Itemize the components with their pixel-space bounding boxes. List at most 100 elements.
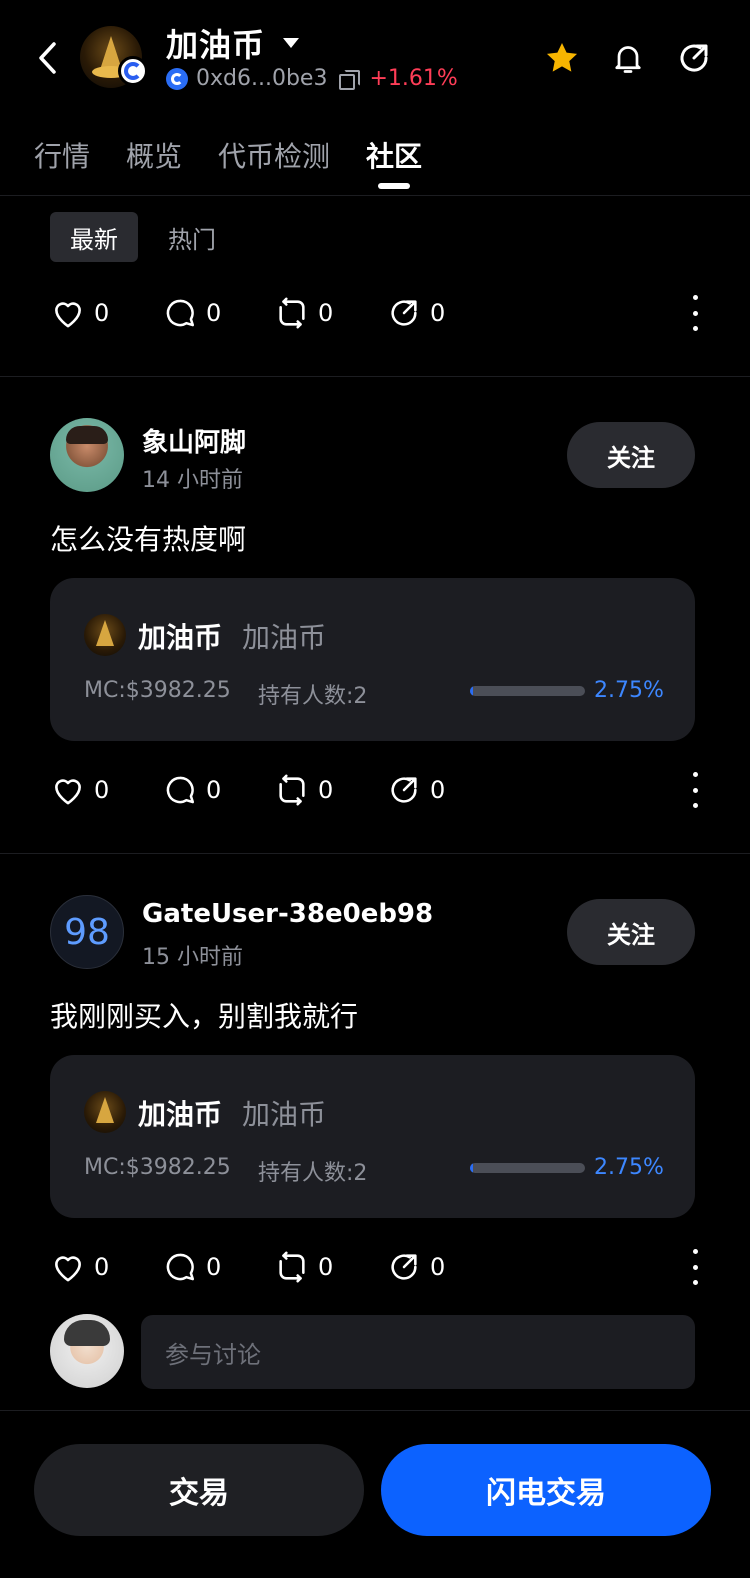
contract-address: 0xd6...0be3 bbox=[196, 66, 328, 91]
progress-bar bbox=[470, 1163, 585, 1173]
my-avatar bbox=[50, 1314, 124, 1388]
post-time: 15 小时前 bbox=[142, 945, 243, 970]
caret-down-icon bbox=[283, 38, 300, 48]
repost-count: 0 bbox=[318, 1253, 334, 1281]
like-count: 0 bbox=[94, 776, 110, 804]
share-icon bbox=[391, 1254, 417, 1280]
share-post-button[interactable]: 0 bbox=[386, 773, 498, 807]
card-token-name: 加油币 bbox=[138, 1098, 223, 1131]
user-name[interactable]: 象山阿脚 bbox=[142, 422, 246, 459]
token-logo bbox=[84, 1091, 126, 1133]
comment-button[interactable]: 0 bbox=[162, 296, 274, 330]
chain-icon bbox=[166, 67, 188, 90]
post-divider bbox=[0, 376, 750, 377]
more-icon[interactable] bbox=[690, 772, 700, 808]
post-actions: 0 0 0 0 bbox=[50, 1247, 700, 1287]
holders-count: 持有人数:2 bbox=[258, 1161, 368, 1186]
progress-bar bbox=[470, 686, 585, 696]
like-button[interactable]: 0 bbox=[50, 1251, 162, 1283]
market-cap: MC:$3982.25 bbox=[84, 678, 231, 703]
repost-button[interactable]: 0 bbox=[274, 1250, 386, 1284]
post-actions: 0 0 0 0 bbox=[50, 293, 700, 333]
avatar[interactable]: 98 bbox=[50, 895, 124, 969]
avatar[interactable] bbox=[50, 418, 124, 492]
follow-button[interactable]: 关注 bbox=[567, 422, 695, 488]
progress-fill bbox=[470, 1163, 474, 1173]
post-time: 14 小时前 bbox=[142, 468, 243, 493]
repost-icon bbox=[279, 297, 305, 329]
comment-count: 0 bbox=[206, 299, 222, 327]
card-token-symbol: 加油币 bbox=[242, 621, 327, 654]
comment-icon bbox=[166, 1253, 195, 1281]
share-icon[interactable] bbox=[674, 38, 714, 78]
repost-count: 0 bbox=[318, 299, 334, 327]
post-actions: 0 0 0 0 bbox=[50, 770, 700, 810]
like-count: 0 bbox=[94, 1253, 110, 1281]
tab-divider bbox=[0, 195, 750, 196]
repost-button[interactable]: 0 bbox=[274, 773, 386, 807]
tab-market[interactable]: 行情 bbox=[34, 135, 90, 189]
share-icon bbox=[391, 300, 417, 326]
progress-percent: 2.75% bbox=[594, 678, 664, 703]
token-subinfo: 0xd6...0be3 +1.61% bbox=[166, 66, 458, 91]
card-token-name: 加油币 bbox=[138, 621, 223, 654]
progress-fill bbox=[470, 686, 474, 696]
token-logo bbox=[84, 614, 126, 656]
tab-overview[interactable]: 概览 bbox=[126, 135, 182, 189]
bell-icon[interactable] bbox=[608, 38, 648, 78]
share-post-button[interactable]: 0 bbox=[386, 1250, 498, 1284]
copy-icon[interactable] bbox=[339, 69, 361, 90]
filter-hot[interactable]: 热门 bbox=[148, 212, 236, 262]
share-count: 0 bbox=[430, 1253, 446, 1281]
post-text: 我刚刚买入，别割我就行 bbox=[50, 1000, 359, 1033]
share-post-button[interactable]: 0 bbox=[386, 296, 498, 330]
post-text: 怎么没有热度啊 bbox=[50, 523, 247, 556]
repost-icon bbox=[279, 1251, 305, 1283]
post-divider bbox=[0, 853, 750, 854]
comment-button[interactable]: 0 bbox=[162, 773, 274, 807]
like-count: 0 bbox=[94, 299, 110, 327]
more-icon[interactable] bbox=[690, 1249, 700, 1285]
tab-bar: 行情 概览 代币检测 社区 bbox=[34, 135, 458, 189]
more-icon[interactable] bbox=[690, 295, 700, 331]
token-card[interactable]: 加油币 加油币 MC:$3982.25 持有人数:2 2.75% bbox=[50, 578, 695, 741]
filter-chips: 最新 热门 bbox=[50, 212, 236, 262]
flash-trade-button[interactable]: 闪电交易 bbox=[381, 1444, 711, 1536]
star-icon[interactable] bbox=[542, 38, 582, 78]
heart-icon bbox=[55, 302, 81, 328]
progress-percent: 2.75% bbox=[594, 1155, 664, 1180]
heart-icon bbox=[55, 779, 81, 805]
chain-badge-icon bbox=[118, 56, 148, 86]
token-card[interactable]: 加油币 加油币 MC:$3982.25 持有人数:2 2.75% bbox=[50, 1055, 695, 1218]
heart-icon bbox=[55, 1256, 81, 1282]
tab-token-check[interactable]: 代币检测 bbox=[218, 135, 330, 189]
like-button[interactable]: 0 bbox=[50, 774, 162, 806]
share-icon bbox=[391, 777, 417, 803]
comment-count: 0 bbox=[206, 776, 222, 804]
comment-input[interactable]: 参与讨论 bbox=[141, 1315, 695, 1389]
share-count: 0 bbox=[430, 776, 446, 804]
comment-icon bbox=[166, 299, 195, 327]
price-change: +1.61% bbox=[369, 66, 458, 91]
token-title: 加油币 bbox=[166, 26, 266, 64]
holders-count: 持有人数:2 bbox=[258, 684, 368, 709]
like-button[interactable]: 0 bbox=[50, 297, 162, 329]
trade-button[interactable]: 交易 bbox=[34, 1444, 364, 1536]
repost-button[interactable]: 0 bbox=[274, 296, 386, 330]
share-count: 0 bbox=[430, 299, 446, 327]
filter-latest[interactable]: 最新 bbox=[50, 212, 138, 262]
repost-count: 0 bbox=[318, 776, 334, 804]
comment-button[interactable]: 0 bbox=[162, 1250, 274, 1284]
back-arrow-icon[interactable] bbox=[30, 38, 64, 78]
header: 加油币 0xd6...0be3 +1.61% bbox=[0, 0, 750, 115]
comment-icon bbox=[166, 776, 195, 804]
tab-community[interactable]: 社区 bbox=[366, 135, 422, 189]
card-token-symbol: 加油币 bbox=[242, 1098, 327, 1131]
comment-count: 0 bbox=[206, 1253, 222, 1281]
market-cap: MC:$3982.25 bbox=[84, 1155, 231, 1180]
token-title-dropdown[interactable]: 加油币 bbox=[166, 20, 300, 66]
follow-button[interactable]: 关注 bbox=[567, 899, 695, 965]
repost-icon bbox=[279, 774, 305, 806]
user-name[interactable]: GateUser-38e0eb98 bbox=[142, 899, 433, 929]
bottom-divider bbox=[0, 1410, 750, 1411]
